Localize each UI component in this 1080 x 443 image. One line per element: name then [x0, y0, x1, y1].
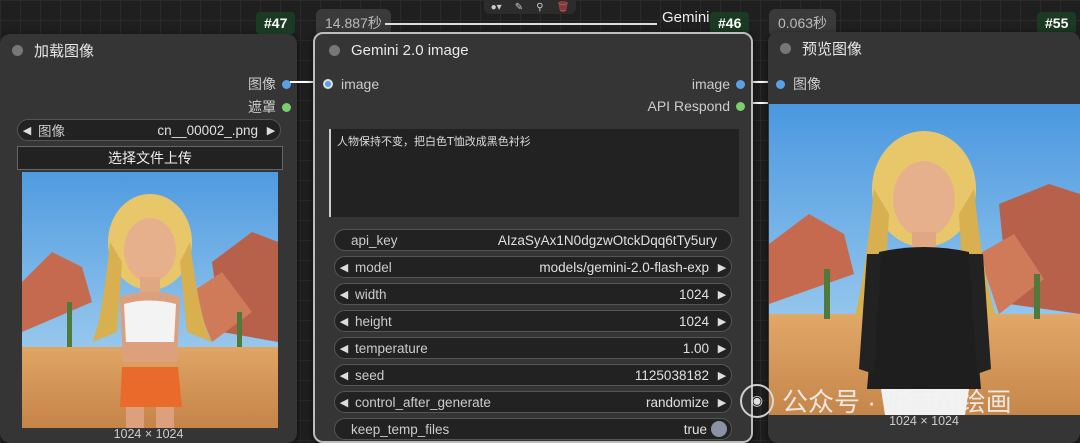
arrow-left-icon[interactable]: ◀ [335, 315, 353, 328]
node-header[interactable]: Gemini 2.0 image [315, 34, 751, 66]
arrow-right-icon[interactable]: ▶ [713, 396, 731, 409]
widget-seed[interactable]: ◀ seed 1125038182 ▶ [334, 364, 732, 386]
load-image-node[interactable]: 加载图像 图像 遮罩 ◀ 图像 cn__00002_.png ▶ 选择文件上传 [0, 34, 297, 443]
socket-icon[interactable] [323, 79, 333, 89]
arrow-right-icon[interactable]: ▶ [262, 124, 280, 137]
node-id-badge: #55 [1037, 12, 1077, 34]
trash-icon[interactable]: 🗑 [557, 2, 570, 13]
arrow-right-icon[interactable]: ▶ [713, 342, 731, 355]
arrow-right-icon[interactable]: ▶ [713, 369, 731, 382]
preview-image [769, 104, 1080, 415]
node-id-badge: #46 [710, 12, 750, 34]
widget-keep-temp-files[interactable]: keep_temp_files true [334, 418, 732, 440]
color-dot-icon[interactable]: ●▾ [491, 2, 502, 13]
node-header[interactable]: 预览图像 [768, 32, 1080, 64]
output-image[interactable]: 图像 [248, 74, 291, 94]
node-title-fragment: Gemini [662, 9, 710, 26]
source-image [22, 172, 278, 428]
bookmark-icon[interactable]: ⚲ [536, 2, 543, 13]
arrow-left-icon[interactable]: ◀ [335, 369, 353, 382]
node-title: 加载图像 [34, 42, 95, 60]
arrow-left-icon[interactable]: ◀ [335, 261, 353, 274]
header-underline [385, 23, 657, 25]
node-title: 预览图像 [802, 40, 863, 58]
wechat-icon: ◉ [740, 383, 774, 418]
output-mask[interactable]: 遮罩 [248, 97, 291, 117]
input-image[interactable]: image [323, 76, 379, 92]
gemini-image-node[interactable]: Gemini 2.0 image image image API Respond… [313, 32, 753, 443]
output-image[interactable]: image [692, 76, 745, 92]
image-combo[interactable]: ◀ 图像 cn__00002_.png ▶ [17, 119, 281, 141]
arrow-left-icon[interactable]: ◀ [335, 342, 353, 355]
socket-icon[interactable] [776, 79, 785, 89]
socket-icon[interactable] [282, 102, 291, 112]
arrow-right-icon[interactable]: ▶ [713, 288, 731, 301]
node-header[interactable]: 加载图像 [0, 34, 297, 66]
pin-icon[interactable]: ✎ [515, 2, 523, 13]
widget-model[interactable]: ◀ model models/gemini-2.0-flash-exp ▶ [334, 256, 732, 278]
image-size-caption: 1024 × 1024 [113, 427, 184, 441]
widget-width[interactable]: ◀ width 1024 ▶ [334, 283, 732, 305]
arrow-left-icon[interactable]: ◀ [335, 288, 353, 301]
arrow-right-icon[interactable]: ▶ [713, 315, 731, 328]
watermark: ◉ 公众号 · 听雨AI绘画 [740, 382, 1012, 419]
socket-icon[interactable] [736, 101, 745, 111]
node-toolbar: ●▾ ✎ ⚲ 🗑 [484, 0, 576, 14]
node-id-badge: #47 [256, 12, 296, 34]
output-api-respond[interactable]: API Respond [648, 98, 745, 114]
socket-icon[interactable] [736, 79, 745, 89]
toggle-knob-icon[interactable] [711, 421, 727, 437]
arrow-left-icon[interactable]: ◀ [18, 124, 36, 137]
widget-height[interactable]: ◀ height 1024 ▶ [334, 310, 732, 332]
widget-api-key[interactable]: api_key AIzaSyAx1N0dgzwOtckDqq6tTy5ury [334, 229, 732, 251]
widget-temperature[interactable]: ◀ temperature 1.00 ▶ [334, 337, 732, 359]
upload-button[interactable]: 选择文件上传 [17, 146, 283, 170]
node-title: Gemini 2.0 image [351, 41, 469, 59]
prompt-textarea[interactable]: 人物保持不变，把白色T恤改成黑色衬衫 [329, 129, 739, 217]
arrow-right-icon[interactable]: ▶ [713, 261, 731, 274]
collapse-dot-icon[interactable] [780, 42, 791, 54]
input-image[interactable]: 图像 [776, 74, 821, 94]
collapse-dot-icon[interactable] [329, 44, 340, 56]
widget-control-after-generate[interactable]: ◀ control_after_generate randomize ▶ [334, 391, 732, 413]
arrow-left-icon[interactable]: ◀ [335, 396, 353, 409]
collapse-dot-icon[interactable] [12, 44, 23, 56]
